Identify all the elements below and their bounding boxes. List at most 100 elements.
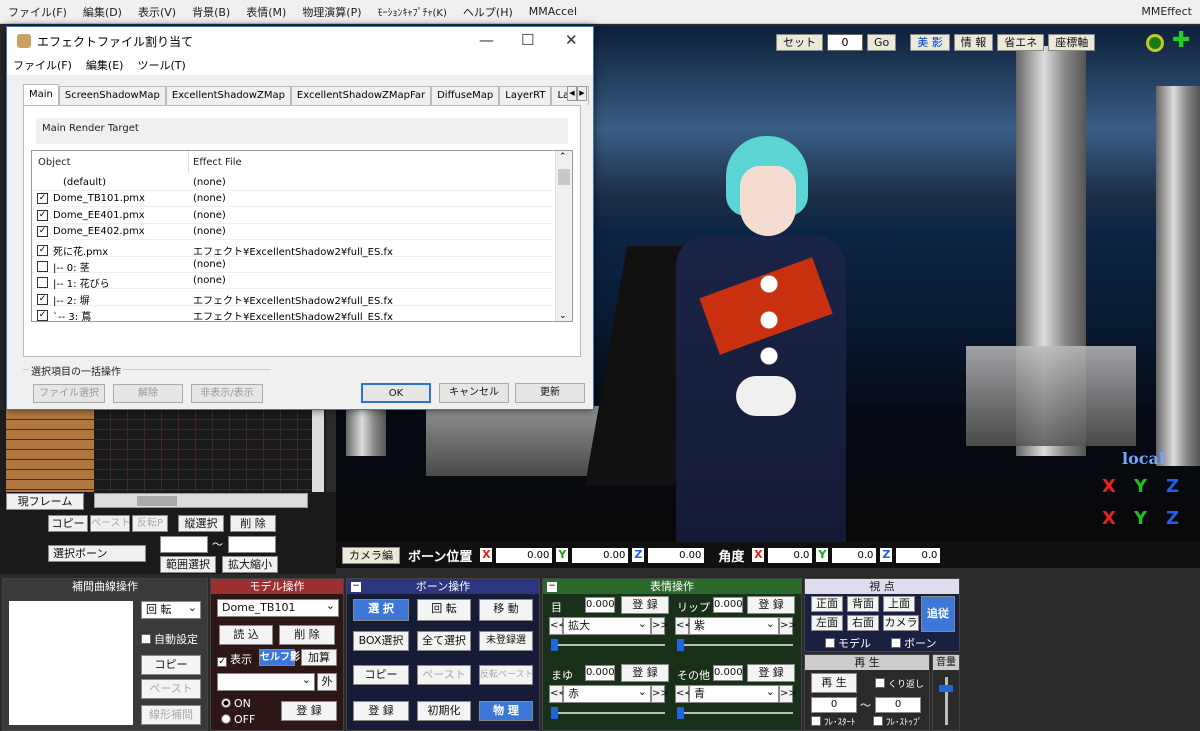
move-x-icon[interactable]: X — [1102, 508, 1116, 529]
bone-rotate-button[interactable]: 回 転 — [417, 599, 471, 621]
display-checkbox[interactable]: 表示 — [217, 651, 252, 667]
list-row[interactable]: ✓ 死に花.pmx エフェクト¥ExcellentShadow2¥full_ES.f… — [32, 241, 552, 258]
menu-file[interactable]: ファイル(F) — [0, 4, 75, 20]
interp-rotate-dropdown[interactable]: 回 転 — [141, 600, 201, 619]
minimize-icon[interactable]: — — [479, 31, 494, 49]
play-from-input[interactable]: 0 — [811, 697, 857, 713]
pos-x-input[interactable]: 0.00 — [496, 547, 553, 563]
tab-excellent-shadow-zmap-far[interactable]: ExcellentShadowZMapFar — [290, 86, 432, 105]
eye-morph-dropdown[interactable]: 拡大 — [563, 616, 651, 635]
view-left-button[interactable]: 左面 — [811, 615, 843, 631]
range-from-input[interactable] — [160, 536, 208, 553]
copy-frame-button[interactable]: コピー — [48, 515, 88, 532]
list-row[interactable]: ✓ `-- 3: 蔦 エフェクト¥ExcellentShadow2¥full_ES.… — [32, 306, 552, 321]
tab-excellent-shadow-zmap[interactable]: ExcellentShadowZMap — [165, 86, 291, 105]
brow-next-button[interactable]: >> — [651, 685, 669, 703]
list-row[interactable]: ✓ Dome_EE402.pmx (none) — [32, 224, 552, 241]
local-label[interactable]: local — [1122, 449, 1165, 468]
tab-layer-rt[interactable]: LayerRT — [499, 86, 552, 105]
frame-input[interactable]: 0 — [827, 34, 863, 51]
eye-slider[interactable] — [551, 639, 665, 651]
outside-parent-dropdown[interactable] — [217, 672, 315, 691]
dialog-menu-file[interactable]: ファイル(F) — [13, 57, 72, 73]
delete-frame-button[interactable]: 削 除 — [230, 515, 276, 532]
list-row[interactable]: |-- 1: 花びら (none) — [32, 273, 552, 290]
bone-reverse-paste-button[interactable]: 反転ペースト — [479, 665, 534, 685]
unregistered-select-button[interactable]: 未登録選 — [479, 631, 533, 651]
outside-parent-button[interactable]: 外 — [317, 673, 337, 691]
lip-next-button[interactable]: >> — [779, 617, 797, 635]
lip-prev-button[interactable]: << — [675, 617, 693, 635]
select-bone-dropdown[interactable]: 選択ボーン — [48, 545, 146, 562]
energy-save-button[interactable]: 省エネ — [997, 34, 1045, 51]
list-vscroll[interactable]: ⌃ ⌄ — [555, 151, 572, 321]
row-checkbox[interactable] — [37, 277, 48, 289]
menu-help[interactable]: ヘルプ(H) — [455, 4, 521, 20]
lip-morph-dropdown[interactable]: 紫 — [689, 616, 779, 635]
camera-edit-button[interactable]: カメラ編 — [342, 546, 400, 564]
bieffect-button[interactable]: 美 影 — [910, 34, 950, 51]
angle-y-input[interactable]: 0.0 — [832, 547, 877, 563]
timeline-hscroll-thumb[interactable] — [137, 496, 177, 506]
move-z-icon[interactable]: Z — [1166, 508, 1179, 529]
paste-frame-button[interactable]: ペースト — [90, 515, 131, 532]
range-to-input[interactable] — [228, 536, 276, 553]
frame-stop-checkbox[interactable]: ﾌﾚ･ｽﾄｯﾌﾟ — [873, 715, 922, 728]
add-blend-button[interactable]: 加算 — [301, 649, 337, 666]
set-button[interactable]: セット — [776, 34, 823, 51]
info-button[interactable]: 情 報 — [953, 34, 994, 51]
add-icon[interactable]: ✚ — [1172, 30, 1192, 52]
toggle-visibility-button[interactable]: 非表示/表示 — [191, 384, 263, 403]
row-checkbox[interactable]: ✓ — [37, 293, 48, 305]
view-top-button[interactable]: 上面 — [883, 596, 915, 612]
timeline-hscroll[interactable] — [94, 493, 308, 508]
cancel-button[interactable]: キャンセル — [439, 383, 509, 403]
other-next-button[interactable]: >> — [779, 685, 797, 703]
interp-curve-canvas[interactable] — [9, 601, 133, 725]
other-morph-dropdown[interactable]: 青 — [689, 684, 779, 703]
ok-button[interactable]: OK — [361, 383, 431, 403]
play-to-input[interactable]: 0 — [875, 697, 921, 713]
select-all-button[interactable]: 全て選択 — [417, 631, 471, 651]
refresh-button[interactable]: 更新 — [515, 383, 585, 403]
menu-face[interactable]: 表情(M) — [238, 4, 294, 20]
model-delete-button[interactable]: 削 除 — [279, 625, 335, 645]
lip-register-button[interactable]: 登 録 — [747, 596, 795, 614]
dialog-menu-tools[interactable]: ツール(T) — [137, 57, 185, 73]
eye-next-button[interactable]: >> — [651, 617, 669, 635]
menu-edit[interactable]: 編集(D) — [75, 4, 130, 20]
timeline-bone-list[interactable] — [6, 410, 94, 492]
move-y-icon[interactable]: Y — [1134, 508, 1147, 529]
angle-z-input[interactable]: 0.0 — [896, 547, 941, 563]
repeat-checkbox[interactable]: くり返し — [875, 677, 924, 690]
zoom-icon[interactable] — [1146, 34, 1164, 52]
rotate-y-icon[interactable]: Y — [1134, 476, 1147, 497]
rotate-x-icon[interactable]: X — [1102, 476, 1116, 497]
row-checkbox[interactable]: ✓ — [37, 193, 48, 205]
auto-set-checkbox[interactable]: 自動設定 — [141, 631, 198, 647]
bone-register-button[interactable]: 登 録 — [353, 701, 409, 721]
linear-interp-button[interactable]: 線形補間 — [141, 705, 201, 725]
lip-slider[interactable] — [677, 639, 793, 651]
view-back-button[interactable]: 背面 — [847, 596, 879, 612]
range-select-button[interactable]: 範囲選択 — [160, 556, 216, 573]
brow-slider[interactable] — [551, 707, 665, 719]
pos-y-input[interactable]: 0.00 — [572, 547, 629, 563]
follow-toggle[interactable]: 追従 — [921, 596, 955, 632]
col-effect-header[interactable]: Effect File — [193, 157, 242, 168]
other-value[interactable]: 0.000 — [713, 665, 743, 681]
list-row[interactable]: ✓ |-- 2: 塀 エフェクト¥ExcellentShadow2¥full_ES.… — [32, 290, 552, 307]
menu-mmaccel[interactable]: MMAccel — [521, 5, 585, 18]
bone-copy-button[interactable]: コピー — [353, 665, 409, 685]
release-button[interactable]: 解除 — [113, 384, 183, 403]
timeline-keyframe-grid[interactable] — [94, 410, 312, 492]
axis-button[interactable]: 座標軸 — [1048, 34, 1096, 51]
self-shadow-toggle[interactable]: セルフ影 — [259, 649, 300, 666]
bone-init-button[interactable]: 初期化 — [417, 701, 471, 721]
bone-select-button[interactable]: 選 択 — [353, 599, 409, 621]
menu-view[interactable]: 表示(V) — [130, 4, 184, 20]
menu-motion-capture[interactable]: ﾓｰｼｮﾝｷｬﾌﾟﾁｬ(K) — [370, 4, 455, 19]
brow-register-button[interactable]: 登 録 — [621, 664, 669, 682]
current-frame-button[interactable]: 現フレーム — [6, 493, 84, 510]
row-checkbox[interactable]: ✓ — [37, 209, 48, 221]
